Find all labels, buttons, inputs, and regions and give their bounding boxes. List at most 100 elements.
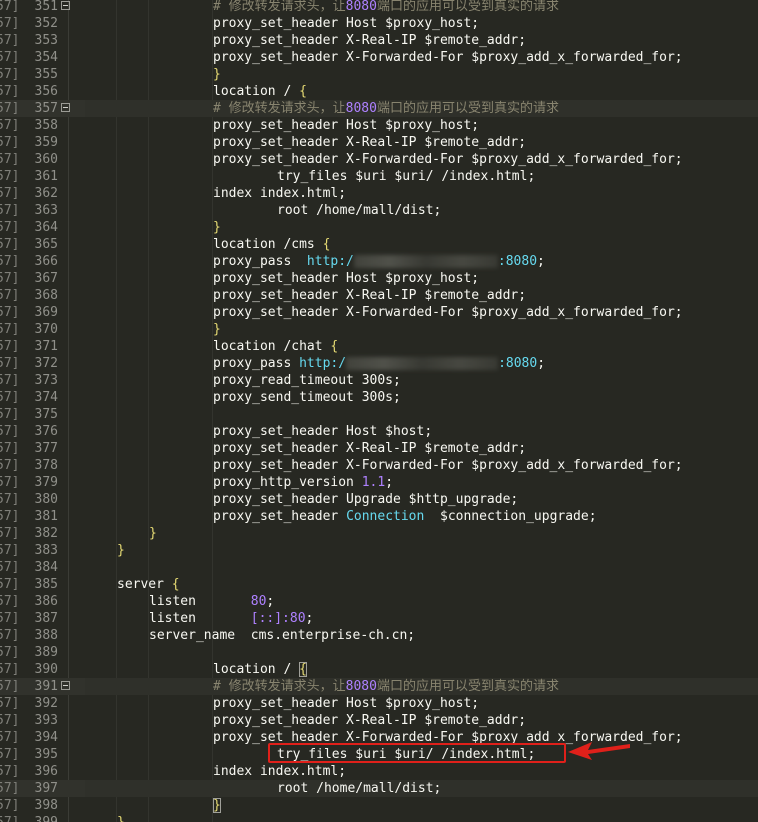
line-prefix: 57] [0, 237, 20, 252]
code-token: { [171, 577, 180, 592]
code-line[interactable]: 57] 398} [0, 797, 758, 814]
matched-bracket: } [213, 798, 221, 813]
line-prefix: 57] [0, 526, 20, 541]
line-prefix: 57] [0, 169, 20, 184]
code-line[interactable]: 57] 387 listen [::]:80; [0, 610, 758, 627]
code-line[interactable]: 57] 356 location / { [0, 83, 758, 100]
code-token: 80 [250, 594, 267, 609]
code-line[interactable]: 57] 377 proxy_set_header X-Real-IP $remote… [0, 440, 758, 457]
code-line[interactable]: 57] 358 proxy_set_header Host $proxy_host; [0, 117, 758, 134]
code-line[interactable]: 57] 364} [0, 219, 758, 236]
code-token: proxy_set_header X-Forwarded-For $proxy_… [213, 458, 683, 473]
code-token: location / [213, 84, 300, 99]
code-token: proxy_pass [213, 356, 300, 371]
code-line[interactable]: 57] 388 server_name cms.enterprise-ch.cn; [0, 627, 758, 644]
code-line[interactable]: 57] 369 proxy_set_header X-Forwarded-For $… [0, 304, 758, 321]
code-line[interactable]: 57] 383} [0, 542, 758, 559]
line-prefix: 57] [0, 577, 20, 592]
code-line[interactable]: 57] 367 proxy_set_header Host $proxy_host; [0, 270, 758, 287]
line-number: 391 [34, 679, 58, 694]
code-line[interactable]: 57] 353 proxy_set_header X-Real-IP $remote… [0, 32, 758, 49]
code-line[interactable]: 57] 393 proxy_set_header X-Real-IP $remote… [0, 712, 758, 729]
code-token: } [117, 815, 125, 822]
fold-toggle-icon[interactable] [61, 103, 70, 112]
line-number: 381 [34, 509, 58, 524]
line-prefix: 57] [0, 696, 20, 711]
code-line[interactable]: 57] 375 [0, 406, 758, 423]
line-number: 361 [34, 169, 58, 184]
code-text: proxy_set_header X-Forwarded-For $proxy_… [213, 457, 683, 474]
line-number: 356 [34, 84, 58, 99]
code-line[interactable]: 57] 385 server { [0, 576, 758, 593]
code-line[interactable]: 57] 351 # 修改转发请求头，让8080端口的应用可以受到真实的请求 [0, 0, 758, 15]
code-line[interactable]: 57]399} [0, 814, 758, 822]
code-line[interactable]: 57] 374 proxy_send_timeout 300s; [0, 389, 758, 406]
code-line[interactable]: 57] 379 proxy_http_version 1.1; [0, 474, 758, 491]
code-line[interactable]: 57] 389 [0, 644, 758, 661]
code-text: } [117, 814, 125, 822]
code-line[interactable]: 57] 382} [0, 525, 758, 542]
code-line[interactable]: 57] 352 proxy_set_header Host $proxy_host; [0, 15, 758, 32]
code-token: proxy_set_header X-Forwarded-For $proxy_… [213, 152, 683, 167]
code-line[interactable]: 57] 355} [0, 66, 758, 83]
code-line[interactable]: 57] 363 root /home/mall/dist; [0, 202, 758, 219]
code-text: listen [::]:80; [149, 610, 313, 627]
code-line[interactable]: 57] 391 # 修改转发请求头，让8080端口的应用可以受到真实的请求 [0, 678, 758, 695]
code-line[interactable]: 57] 392 proxy_set_header Host $proxy_host; [0, 695, 758, 712]
code-line[interactable]: 57] 376 proxy_set_header Host $host; [0, 423, 758, 440]
fold-toggle-icon[interactable] [61, 681, 70, 690]
line-prefix: 57] [0, 764, 20, 779]
code-editor[interactable]: 57]351# 修改转发请求头，让8080端口的应用可以受到真实的请求57]35… [0, 0, 758, 822]
code-line[interactable]: 57] 366 proxy_pass http:/:8080; [0, 253, 758, 270]
code-line[interactable]: 57] 381 proxy_set_header Connection $conne… [0, 508, 758, 525]
code-line[interactable]: 57] 372 proxy_pass http:/:8080; [0, 355, 758, 372]
code-line[interactable]: 57] 390 location / { [0, 661, 758, 678]
fold-toggle-icon[interactable] [61, 1, 70, 10]
line-number: 364 [34, 220, 58, 235]
code-line[interactable]: 57] 362 index index.html; [0, 185, 758, 202]
line-number: 379 [34, 475, 58, 490]
code-line[interactable]: 57] 359 proxy_set_header X-Real-IP $remote… [0, 134, 758, 151]
line-prefix: 57] [0, 475, 20, 490]
code-line[interactable]: 57] 357 # 修改转发请求头，让8080端口的应用可以受到真实的请求 [0, 100, 758, 117]
code-text: listen 80; [149, 593, 274, 610]
line-prefix: 57] [0, 679, 20, 694]
code-token: { [322, 237, 331, 252]
code-line[interactable]: 57] 384 [0, 559, 758, 576]
code-token: server [117, 577, 172, 592]
line-prefix: 57] [0, 730, 20, 745]
code-line[interactable]: 57] 380 proxy_set_header Upgrade $http_upg… [0, 491, 758, 508]
code-line[interactable]: 57] 396 index index.html; [0, 763, 758, 780]
code-line[interactable]: 57] 371 location /chat { [0, 338, 758, 355]
code-line[interactable]: 57] 397 root /home/mall/dist; [0, 780, 758, 797]
code-line[interactable]: 57] 360 proxy_set_header X-Forwarded-For $… [0, 151, 758, 168]
code-token: listen [149, 611, 251, 626]
code-token: } [149, 526, 157, 541]
code-text: root /home/mall/dist; [277, 202, 441, 219]
code-text: server { [117, 576, 180, 593]
code-line[interactable]: 57] 365 location /cms { [0, 236, 758, 253]
code-line[interactable]: 57] 378 proxy_set_header X-Forwarded-For $… [0, 457, 758, 474]
code-line[interactable]: 57] 354 proxy_set_header X-Forwarded-For $… [0, 49, 758, 66]
code-token: proxy_read_timeout 300s; [213, 373, 401, 388]
code-line[interactable]: 57] 373 proxy_read_timeout 300s; [0, 372, 758, 389]
code-text: location /chat { [213, 338, 338, 355]
code-line[interactable]: 57] 370} [0, 321, 758, 338]
code-text: proxy_read_timeout 300s; [213, 372, 401, 389]
line-number: 372 [34, 356, 58, 371]
code-text: root /home/mall/dist; [277, 780, 441, 797]
code-text: # 修改转发请求头，让8080端口的应用可以受到真实的请求 [213, 100, 559, 117]
line-number: 358 [34, 118, 58, 133]
code-token: try_files $uri $uri/ /index.html; [277, 169, 536, 184]
line-number: 390 [34, 662, 58, 677]
code-text: # 修改转发请求头，让8080端口的应用可以受到真实的请求 [213, 678, 559, 695]
code-line[interactable]: 57] 386 listen 80; [0, 593, 758, 610]
code-line[interactable]: 57] 361 try_files $uri $uri/ /index.html; [0, 168, 758, 185]
code-token: location /cms [213, 237, 323, 252]
code-text: } [213, 219, 221, 236]
code-text: proxy_set_header X-Forwarded-For $proxy_… [213, 151, 683, 168]
code-line[interactable]: 57] 368 proxy_set_header X-Real-IP $remote… [0, 287, 758, 304]
line-number: 351 [34, 0, 58, 14]
arrow-annotation [568, 742, 630, 760]
code-token: location /chat [213, 339, 331, 354]
